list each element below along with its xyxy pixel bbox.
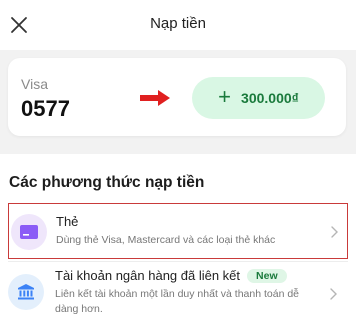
header: Nạp tiền [0, 0, 356, 50]
chevron-right-icon [331, 226, 338, 238]
card-type: Visa [21, 76, 48, 92]
method-title-text: Tài khoản ngân hàng đã liên kết [55, 268, 241, 283]
bank-icon-wrap [8, 274, 44, 310]
chevron-right-icon [330, 288, 337, 300]
method-description: Liên kết tài khoản một lần duy nhất và t… [55, 288, 300, 315]
page-title: Nạp tiền [150, 15, 206, 32]
amount-button[interactable]: + 300.000₫ [192, 77, 325, 119]
method-description: Dùng thẻ Visa, Mastercard và các loại th… [56, 234, 276, 246]
new-badge: New [247, 269, 287, 283]
red-arrow-annotation [140, 90, 170, 106]
card-icon [20, 225, 38, 239]
bank-icon [18, 284, 34, 300]
card-number: 0577 [21, 96, 70, 121]
plus-icon: + [218, 84, 232, 109]
method-bank-account[interactable]: Tài khoản ngân hàng đã liên kết New Liên … [8, 262, 348, 322]
method-title: Tài khoản ngân hàng đã liên kết New [55, 268, 287, 283]
card-icon-wrap [11, 214, 47, 250]
amount-label: 300.000₫ [241, 90, 299, 106]
method-title: Thẻ [56, 214, 79, 229]
section-title: Các phương thức nạp tiền [9, 174, 205, 191]
method-card[interactable]: Thẻ Dùng thẻ Visa, Mastercard và các loạ… [8, 203, 348, 259]
